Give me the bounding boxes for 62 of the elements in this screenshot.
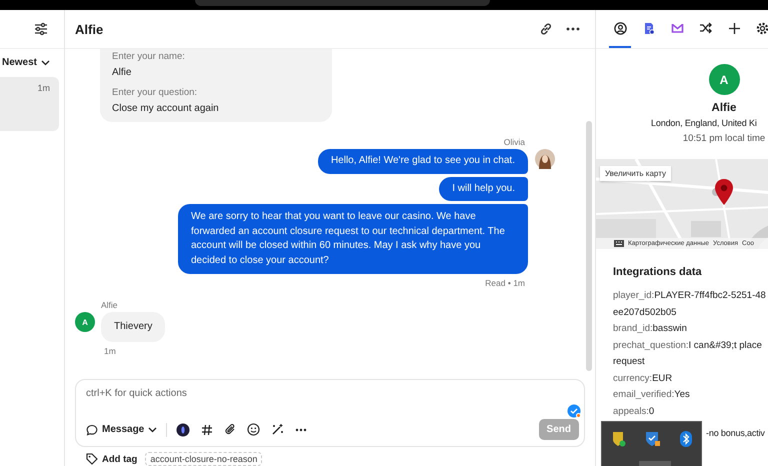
speech-bubble-icon xyxy=(86,424,98,436)
tag[interactable]: account-closure-no-reason xyxy=(145,452,262,466)
data-row-text: player_id:PLAYER-7ff4fbc2-5251-48 xyxy=(613,289,767,303)
message-bubble: Hello, Alfie! We're glad to see you in chat. xyxy=(318,149,528,174)
attachment-icon[interactable] xyxy=(224,423,236,436)
message-bubble: We are sorry to hear that you want to leave our casino. We have forwarded an account closure request to our technical department. The account will be closed within 60 minutes. May I ask why have you decided to close your account? xyxy=(178,204,528,274)
add-tag-button[interactable]: Add tag xyxy=(86,453,138,465)
tag-icon xyxy=(86,453,98,465)
form-label: Enter your question: xyxy=(112,87,198,98)
author-name: Olivia xyxy=(504,137,525,147)
chevron-down-icon xyxy=(148,426,158,432)
data-row-text: appeals:0 xyxy=(613,404,656,418)
scrollbar[interactable] xyxy=(586,121,592,371)
data-row-text: request xyxy=(613,355,646,369)
settings-icon xyxy=(756,22,768,34)
more-icon[interactable] xyxy=(295,428,308,432)
data-row-text: brand_id:basswin xyxy=(613,322,688,336)
enlarge-map-button[interactable]: Увеличить карту xyxy=(600,166,671,181)
message-time: 1m xyxy=(104,346,117,356)
section-title: Integrations data xyxy=(613,266,703,278)
emoji-icon[interactable] xyxy=(247,423,260,436)
author-name: Alfie xyxy=(101,300,119,310)
avatar: A xyxy=(708,64,740,95)
magic-wand-icon[interactable] xyxy=(271,423,284,436)
form-value: Close my account again xyxy=(112,103,220,114)
conversation-item[interactable]: 1m xyxy=(0,77,59,131)
data-row-text: ee207d502b05 xyxy=(613,306,678,320)
chat-title: Alfie xyxy=(75,22,104,36)
message-bubble: Thievery xyxy=(101,312,166,342)
data-row-text: prechat_question:I can&#39;t place xyxy=(613,338,763,352)
ai-icon[interactable] xyxy=(176,422,190,436)
pin-icon xyxy=(714,179,734,205)
sort-dropdown[interactable]: Newest xyxy=(2,57,64,68)
message-mode-dropdown[interactable]: Message xyxy=(86,424,158,436)
contact-name: Alfie xyxy=(712,102,736,114)
local-time: 10:51 pm local time xyxy=(682,133,766,144)
inbox-icon xyxy=(670,22,684,34)
contact-location: London, England, United Ki xyxy=(651,118,757,128)
form-value: Alfie xyxy=(112,67,132,78)
keyboard-icon[interactable] xyxy=(614,240,624,247)
link-icon[interactable] xyxy=(539,22,553,36)
more-icon[interactable] xyxy=(566,27,580,31)
document-icon xyxy=(642,22,654,34)
hashtag-icon[interactable] xyxy=(201,424,214,436)
check-icon xyxy=(567,404,581,418)
data-row-text: email_verified:Yes xyxy=(613,388,691,402)
avatar: A xyxy=(75,312,95,332)
person-icon xyxy=(614,22,626,34)
form-label: Enter your name: xyxy=(112,51,186,62)
shield-icon[interactable] xyxy=(612,431,626,447)
bluetooth-icon[interactable] xyxy=(680,431,692,447)
message-status: Read • 1m xyxy=(485,278,525,288)
data-row-text: -no bonus,activ xyxy=(706,428,766,438)
plus-icon xyxy=(728,22,740,34)
data-row-text: currency:EUR xyxy=(613,372,674,386)
message-bubble: I will help you. xyxy=(439,176,528,201)
shuffle-icon xyxy=(699,22,712,34)
filter-icon[interactable] xyxy=(34,22,48,36)
message-composer[interactable]: ctrl+K for quick actions Message Send xyxy=(75,379,585,447)
shield-lock-icon[interactable] xyxy=(644,431,660,447)
chevron-down-icon xyxy=(41,60,50,66)
avatar xyxy=(535,149,555,169)
